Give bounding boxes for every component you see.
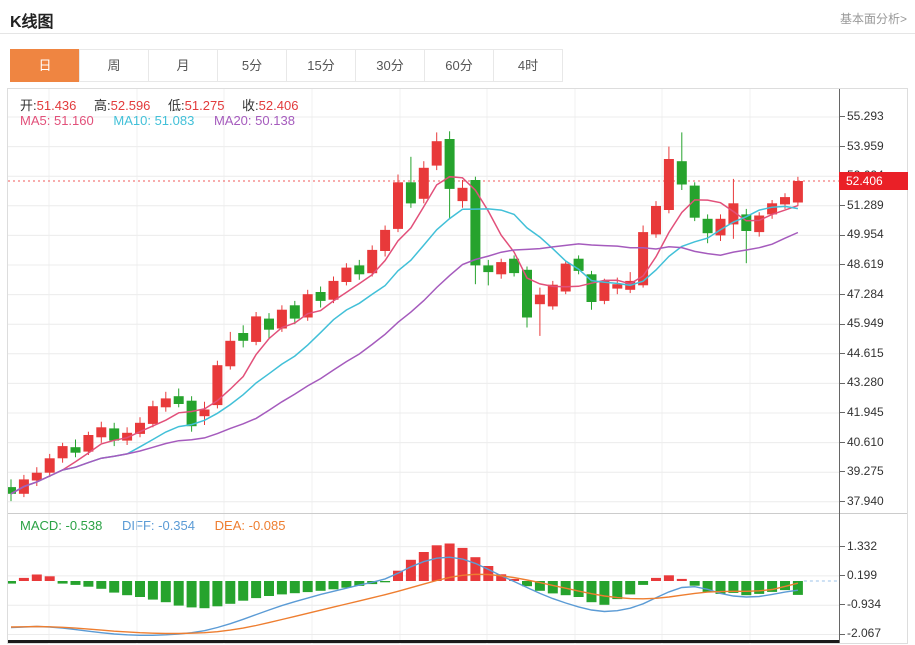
low-label: 低: [168, 98, 185, 113]
ma20-value: MA20: 50.138 [213, 113, 295, 128]
axis-tick-label: 37.940 [840, 494, 884, 508]
close-value: 52.406 [258, 98, 299, 113]
axis-tick-label: 43.280 [840, 375, 884, 389]
tab-5min[interactable]: 5分 [217, 49, 287, 82]
axis-tick-label: 44.615 [840, 346, 884, 360]
axis-tick-label: 40.610 [840, 435, 884, 449]
axis-tick-label: 49.954 [840, 227, 884, 241]
chart-scroll-bar[interactable] [8, 640, 839, 643]
macd-chart[interactable] [8, 514, 839, 644]
open-value: 51.436 [36, 98, 77, 113]
tab-week[interactable]: 周 [79, 49, 149, 82]
ma5-value: MA5: 51.160 [20, 113, 94, 128]
kline-page: K线图 基本面分析> 日 周 月 5分 15分 30分 60分 4时 开:51.… [0, 0, 915, 645]
axis-tick-label: 48.619 [840, 257, 884, 271]
candlestick-chart[interactable] [8, 89, 839, 513]
page-title: K线图 [10, 14, 54, 31]
ma10-value: MA10: 51.083 [113, 113, 195, 128]
current-price-marker: 52.406 [839, 172, 908, 190]
chart-container: 开:51.436 高:52.596 低:51.275 收:52.406 MA5:… [7, 88, 908, 644]
axis-tick-label: -2.067 [840, 626, 881, 640]
ma-readout: MA5: 51.160 MA10: 51.083 MA20: 50.138 [20, 113, 295, 128]
header-divider [0, 33, 915, 34]
high-label: 高: [94, 98, 111, 113]
low-value: 51.275 [184, 98, 225, 113]
tab-month[interactable]: 月 [148, 49, 218, 82]
axis-tick-label: -0.934 [840, 597, 881, 611]
axis-tick-label: 41.945 [840, 405, 884, 419]
fundamental-analysis-link[interactable]: 基本面分析> [840, 10, 907, 27]
axis-tick-label: 1.332 [840, 539, 877, 553]
close-label: 收: [242, 98, 259, 113]
tab-60min[interactable]: 60分 [424, 49, 494, 82]
axis-tick-label: 39.275 [840, 464, 884, 478]
tab-30min[interactable]: 30分 [355, 49, 425, 82]
axis-tick-label: 45.949 [840, 316, 884, 330]
axis-tick-label: 53.959 [840, 139, 884, 153]
tab-day[interactable]: 日 [10, 49, 80, 82]
ohlc-readout: 开:51.436 高:52.596 低:51.275 收:52.406 [20, 95, 312, 114]
axis-tick-label: 47.284 [840, 287, 884, 301]
axis-tick-label: 0.199 [840, 568, 877, 582]
period-tabbar: 日 周 月 5分 15分 30分 60分 4时 [10, 49, 563, 82]
open-label: 开: [20, 98, 37, 113]
tab-4hour[interactable]: 4时 [493, 49, 563, 82]
axis-tick-label: 55.293 [840, 109, 884, 123]
axis-tick-label: 51.289 [840, 198, 884, 212]
high-value: 52.596 [110, 98, 151, 113]
tab-15min[interactable]: 15分 [286, 49, 356, 82]
